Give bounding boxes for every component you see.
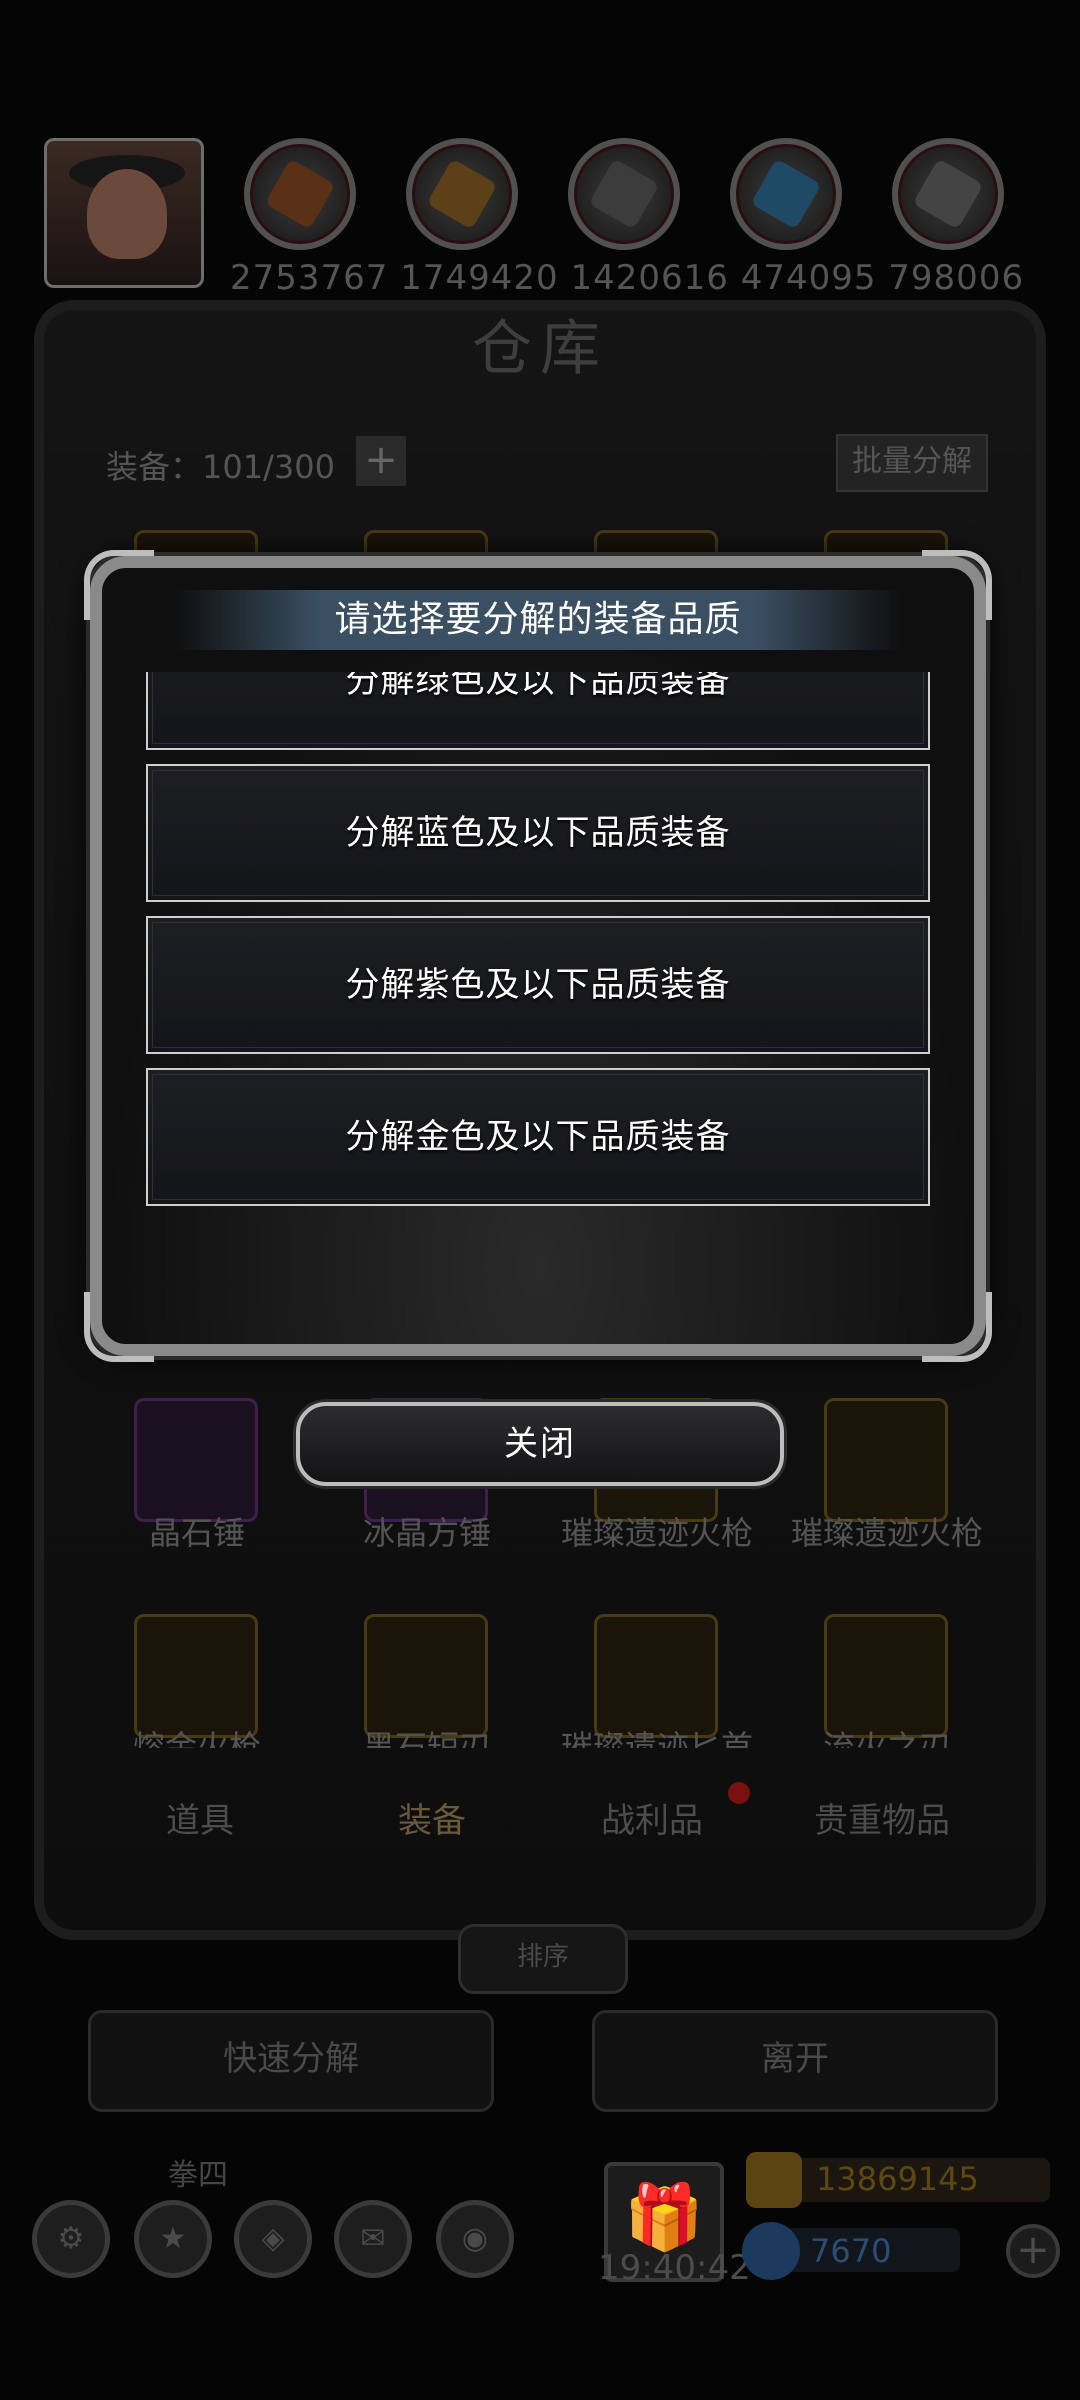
add-currency-button[interactable]: + <box>1006 2224 1060 2278</box>
item-slot[interactable] <box>594 1614 718 1738</box>
item-slot[interactable] <box>824 1398 948 1522</box>
quick-decompose-button[interactable]: 快速分解 <box>88 2010 494 2112</box>
item-slot[interactable] <box>824 1614 948 1738</box>
item-name: 璀璨遗迹匕首 <box>560 1728 753 1748</box>
steel-ingots-icon[interactable] <box>892 138 1004 250</box>
option-decompose-gold[interactable]: 分解金色及以下品质装备 <box>146 1068 930 1206</box>
star-badge-icon[interactable]: ★ <box>134 2200 212 2278</box>
item-slot[interactable] <box>364 1614 488 1738</box>
item-name: 冰晶方锤 <box>362 1514 491 1552</box>
item-name: 流火之刃 <box>822 1728 951 1748</box>
batch-decompose-button[interactable]: 批量分解 <box>836 434 988 492</box>
decompose-quality-dialog: 请选择要分解的装备品质 分解绿色及以下品质装备 分解蓝色及以下品质装备 分解紫色… <box>84 550 992 1362</box>
equip-count: 装备：101/300 <box>106 448 335 486</box>
tab-props[interactable]: 道具 <box>100 1776 300 1866</box>
tab-equipment[interactable]: 装备 <box>332 1776 532 1866</box>
gem-icon <box>742 2222 800 2280</box>
frame-corner-ornament <box>922 1292 992 1362</box>
player-name: 拳四 <box>168 2158 228 2193</box>
option-decompose-purple[interactable]: 分解紫色及以下品质装备 <box>146 916 930 1054</box>
sort-button[interactable]: 排序 <box>458 1924 628 1994</box>
settings-gear-icon[interactable]: ⚙ <box>32 2200 110 2278</box>
bread-icon[interactable] <box>244 138 356 250</box>
gold-amount: 13869145 <box>816 2160 979 2198</box>
clock-time: 19:40:42 <box>598 2248 751 2288</box>
avatar-face <box>87 169 167 259</box>
expand-capacity-button[interactable]: + <box>356 436 406 486</box>
item-slot[interactable] <box>134 1398 258 1522</box>
item-name: 璀璨遗迹火枪 <box>560 1514 753 1552</box>
option-decompose-blue[interactable]: 分解蓝色及以下品质装备 <box>146 764 930 902</box>
notification-dot <box>728 1782 750 1804</box>
inventory-tabs: 道具 装备 战利品 贵重物品 <box>100 1776 990 1866</box>
item-name: 晶石锤 <box>148 1514 245 1552</box>
avatar[interactable] <box>44 138 204 288</box>
tab-loot[interactable]: 战利品 <box>552 1776 752 1866</box>
leave-button[interactable]: 离开 <box>592 2010 998 2112</box>
frame-corner-ornament <box>84 1292 154 1362</box>
warehouse-title: 仓库 <box>472 314 608 384</box>
item-name: 黑石短刃 <box>362 1728 491 1748</box>
resource-bar <box>0 138 1080 288</box>
mail-icon[interactable]: ✉ <box>334 2200 412 2278</box>
option-decompose-green[interactable]: 分解绿色及以下品质装备 <box>146 672 930 750</box>
dialog-title: 请选择要分解的装备品质 <box>334 599 742 640</box>
shop-icon[interactable]: ◉ <box>436 2200 514 2278</box>
wood-planks-icon[interactable] <box>406 138 518 250</box>
quality-option-list[interactable]: 分解绿色及以下品质装备 分解蓝色及以下品质装备 分解紫色及以下品质装备 分解金色… <box>146 672 930 1208</box>
tab-valuables[interactable]: 贵重物品 <box>782 1776 982 1866</box>
gold-scroll-icon <box>746 2152 802 2208</box>
gem-amount: 7670 <box>810 2232 892 2270</box>
close-button[interactable]: 关闭 <box>296 1402 784 1486</box>
item-name: 熔金火枪 <box>132 1728 261 1748</box>
resource-values: 2753767 1749420 1420616 474095 798006 <box>230 258 1025 298</box>
guild-icon[interactable]: ◈ <box>234 2200 312 2278</box>
blue-crystal-icon[interactable] <box>730 138 842 250</box>
iron-ingots-icon[interactable] <box>568 138 680 250</box>
item-slot[interactable] <box>134 1614 258 1738</box>
item-name: 璀璨遗迹火枪 <box>790 1514 983 1552</box>
